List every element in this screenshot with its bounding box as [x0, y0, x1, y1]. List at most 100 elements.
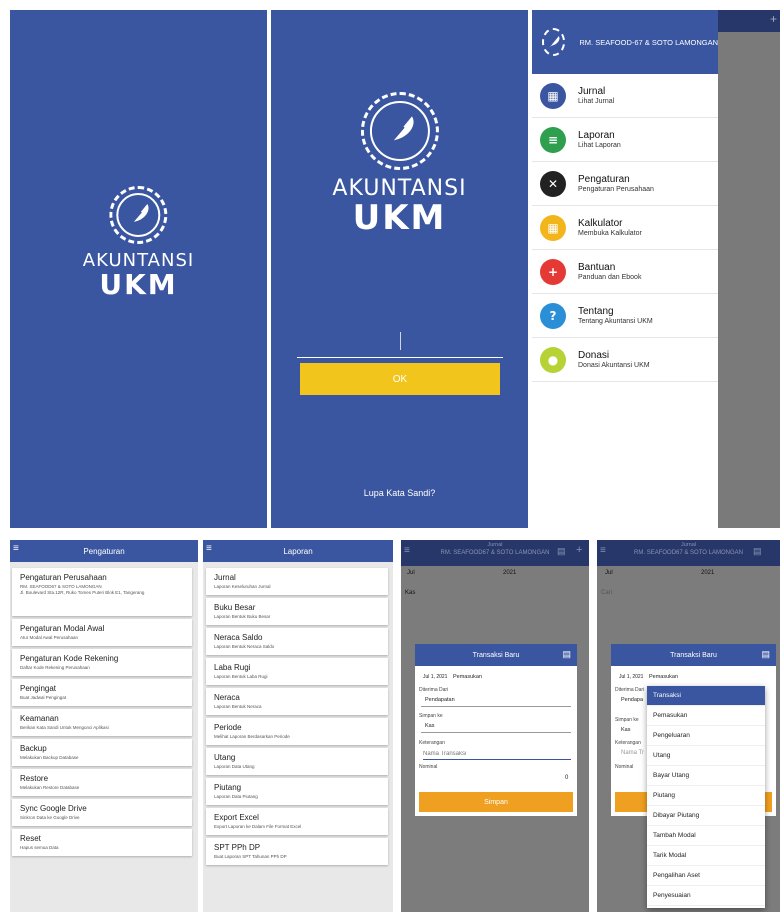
dropdown-option[interactable]: Transaksi	[647, 686, 765, 706]
drawer-item-kalkulator[interactable]: ▦ Kalkulator Membuka Kalkulator	[532, 206, 718, 250]
dialog-header: Transaksi Baru ▤	[611, 644, 776, 666]
report-item[interactable]: Jurnal Laporan Keseluruhan Jurnal	[206, 568, 388, 595]
drawer-item-subtitle: Lihat Laporan	[578, 142, 621, 149]
report-title: Utang	[214, 753, 236, 762]
diterima-select[interactable]: Pendapatan	[425, 697, 455, 703]
list-icon[interactable]: ▤	[562, 649, 571, 660]
forgot-password-link[interactable]: Lupa Kata Sandi?	[271, 488, 528, 498]
appbar-title: Pengaturan	[83, 546, 125, 556]
dropdown-option[interactable]: Pengalihan Aset	[647, 866, 765, 886]
menu-icon[interactable]: ≡	[206, 543, 212, 554]
report-item[interactable]: Neraca Laporan Bentuk Neraca	[206, 688, 388, 715]
setting-title: Reset	[20, 834, 41, 843]
transaksi-screen: ≡ Jurnal RM. SEAFOOD67 & SOTO LAMONGAN ▤…	[401, 540, 589, 912]
password-field[interactable]	[297, 328, 503, 358]
filter-icon[interactable]: ▤	[753, 546, 762, 557]
keterangan-label: Keterangan	[615, 740, 641, 746]
setting-item[interactable]: Pengaturan Modal Awal Atur Modal Awal Per…	[12, 619, 192, 646]
brand-word2: UKM	[352, 198, 447, 238]
nama-transaksi-input[interactable]	[423, 748, 571, 760]
report-item[interactable]: Buku Besar Laporan Bentuk Buku Besar	[206, 598, 388, 625]
drawer-item-subtitle: Pengaturan Perusahaan	[578, 186, 654, 193]
drawer-item-laporan[interactable]: ≡ Laporan Lihat Laporan	[532, 118, 718, 162]
dropdown-option[interactable]: Pengeluaran	[647, 726, 765, 746]
report-title: Laba Rugi	[214, 663, 251, 672]
simpan-ke-select[interactable]: Kas	[425, 723, 434, 729]
filter-icon[interactable]: ▤	[557, 546, 566, 557]
year-select[interactable]: 2021	[503, 570, 516, 576]
date-field[interactable]: Jul 1, 2021	[423, 674, 447, 680]
dropdown-option[interactable]: Pemasukan	[647, 706, 765, 726]
setting-item[interactable]: Pengaturan Perusahaan RM. SEAFOOD67 & SOT…	[12, 568, 192, 616]
setting-item[interactable]: Pengingat Buat Jadwal Pengingat	[12, 679, 192, 706]
dropdown-option[interactable]: Tambah Modal	[647, 826, 765, 846]
document-icon: ≡	[540, 126, 566, 153]
report-subtitle: Melihat Laporan Berdasarkan Periode	[214, 734, 290, 739]
menu-icon[interactable]: ≡	[13, 543, 19, 554]
report-item[interactable]: Periode Melihat Laporan Berdasarkan Perio…	[206, 718, 388, 745]
report-item[interactable]: Piutang Laporan Data Piutang	[206, 778, 388, 805]
setting-item[interactable]: Sync Google Drive Sinkron Data ke Google …	[12, 799, 192, 826]
report-item[interactable]: Export Excel Export Laporan ke Dalam File…	[206, 808, 388, 835]
appbar: ≡ Jurnal RM. SEAFOOD67 & SOTO LAMONGAN ▤…	[401, 540, 589, 566]
nominal-value[interactable]: 0	[565, 775, 568, 781]
setting-title: Keamanan	[20, 714, 59, 723]
dropdown-option[interactable]: Piutang	[647, 786, 765, 806]
dropdown-option[interactable]: Dibayar Piutang	[647, 806, 765, 826]
setting-item[interactable]: Reset Hapus semua Data	[12, 829, 192, 856]
report-subtitle: Buat Laporan SPT Tahunan PPh DP	[214, 854, 287, 859]
dropdown-option[interactable]: Tarik Modal	[647, 846, 765, 866]
report-item[interactable]: Laba Rugi Laporan Bentuk Laba Rugi	[206, 658, 388, 685]
setting-title: Pengaturan Kode Rekening	[20, 654, 119, 663]
year-select[interactable]: 2021	[701, 570, 714, 576]
month-select[interactable]: Jul	[407, 570, 415, 576]
ok-button[interactable]: OK	[300, 363, 500, 395]
report-subtitle: Laporan Data Piutang	[214, 794, 258, 799]
dialog-title: Transaksi Baru	[670, 651, 717, 659]
dropdown-option[interactable]: Penyesuaian	[647, 886, 765, 906]
appbar: ≡ Pengaturan	[10, 540, 198, 562]
diterima-label: Diterima Dari	[615, 687, 645, 693]
login-screen: AKUNTANSI UKM OK Lupa Kata Sandi?	[271, 10, 528, 528]
search-input[interactable]: Cari	[601, 590, 612, 596]
drawer-item-bantuan[interactable]: + Bantuan Panduan dan Ebook	[532, 250, 718, 294]
ok-label: OK	[392, 373, 408, 385]
month-select[interactable]: Jul	[605, 570, 613, 576]
diterima-select[interactable]: Pendapa	[621, 697, 643, 703]
report-title: Periode	[214, 723, 242, 732]
add-icon[interactable]: +	[576, 544, 582, 556]
diterima-label: Diterima Dari	[419, 687, 449, 693]
field-underline	[421, 732, 571, 733]
setting-subtitle: Atur Modal Awal Perusahaan	[20, 635, 78, 640]
report-subtitle: Laporan Bentuk Laba Rugi	[214, 674, 268, 679]
report-title: SPT PPh DP	[214, 843, 261, 852]
type-select[interactable]: Pemasukan	[649, 674, 678, 680]
splash-screen: AKUNTANSI UKM	[10, 10, 267, 528]
report-item[interactable]: SPT PPh DP Buat Laporan SPT Tahunan PPh D…	[206, 838, 388, 865]
simpan-button[interactable]: Simpan	[419, 792, 573, 812]
report-title: Jurnal	[214, 573, 236, 582]
brand-word2: UKM	[99, 268, 178, 301]
drawer-item-donasi[interactable]: ● Donasi Donasi Akuntansi UKM	[532, 338, 718, 382]
nominal-label: Nominal	[419, 764, 438, 770]
drawer-item-pengaturan[interactable]: ✕ Pengaturan Pengaturan Perusahaan	[532, 162, 718, 206]
drawer-blank	[532, 382, 718, 528]
drawer-item-jurnal[interactable]: ▦ Jurnal Lihat Jurnal	[532, 74, 718, 118]
date-field[interactable]: Jul 1, 2021	[619, 674, 643, 680]
nama-transaksi-input[interactable]: Nama Tr	[621, 750, 644, 756]
report-item[interactable]: Utang Laporan Data Utang	[206, 748, 388, 775]
dropdown-option[interactable]: Bayar Utang	[647, 766, 765, 786]
list-icon[interactable]: ▤	[761, 649, 770, 660]
setting-subtitle: Berikan Kata Sandi Untuk Mengunci Aplika…	[20, 725, 109, 730]
report-item[interactable]: Neraca Saldo Laporan Bentuk Neraca Saldo	[206, 628, 388, 655]
type-select[interactable]: Pemasukan	[453, 674, 482, 680]
setting-item[interactable]: Keamanan Berikan Kata Sandi Untuk Mengunc…	[12, 709, 192, 736]
drawer-item-subtitle: Panduan dan Ebook	[578, 274, 642, 281]
setting-item[interactable]: Restore Melakukan Restore Database	[12, 769, 192, 796]
setting-item[interactable]: Pengaturan Kode Rekening Daftar Kode Reke…	[12, 649, 192, 676]
dropdown-option[interactable]: Utang	[647, 746, 765, 766]
simpan-ke-select[interactable]: Kas	[621, 727, 630, 733]
setting-item[interactable]: Backup Melakukan Backup Database	[12, 739, 192, 766]
feather-icon	[128, 204, 149, 227]
drawer-item-tentang[interactable]: ? Tentang Tentang Akuntansi UKM	[532, 294, 718, 338]
